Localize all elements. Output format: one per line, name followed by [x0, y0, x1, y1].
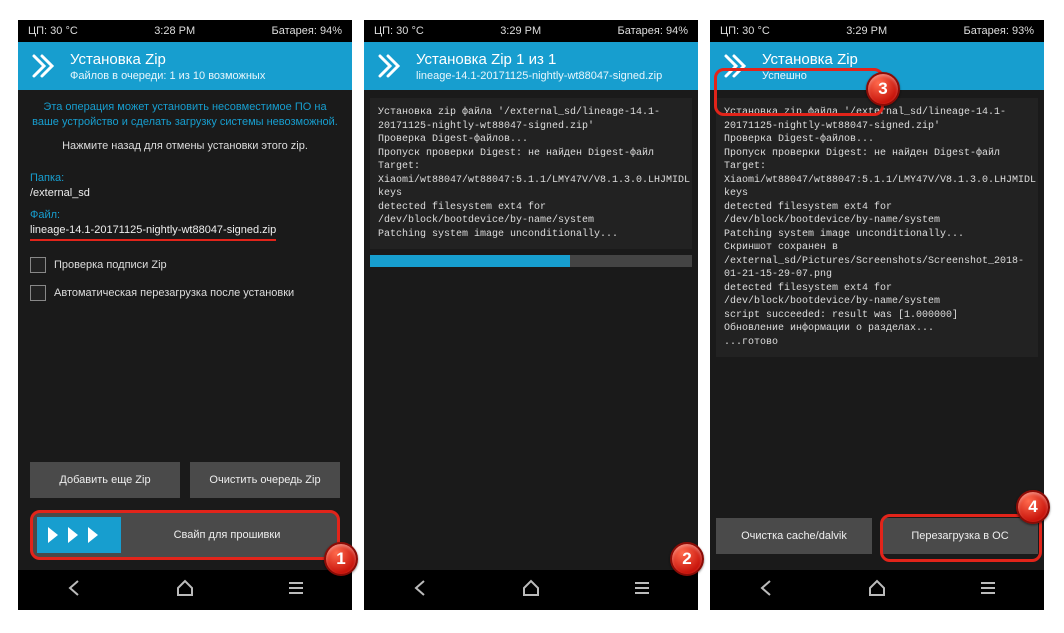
swipe-label: Свайп для прошивки — [121, 529, 333, 541]
progress-bar — [370, 255, 692, 267]
twrp-logo-icon — [28, 50, 60, 82]
folder-value: /external_sd — [30, 184, 340, 203]
wipe-cache-button[interactable]: Очистка cache/dalvik — [716, 518, 872, 554]
callout-badge-1: 1 — [324, 542, 358, 576]
callout-badge-2: 2 — [670, 542, 704, 576]
header-subtitle: Файлов в очереди: 1 из 10 возможных — [70, 70, 265, 82]
home-icon[interactable] — [867, 578, 887, 603]
add-zip-button[interactable]: Добавить еще Zip — [30, 462, 180, 498]
callout-badge-4: 4 — [1016, 490, 1050, 524]
status-bar: ЦП: 30 °C 3:29 PM Батарея: 94% — [364, 20, 698, 42]
callout-box-3 — [714, 68, 884, 116]
menu-icon[interactable] — [286, 578, 306, 603]
header-title: Установка Zip 1 из 1 — [416, 51, 662, 68]
nav-bar — [18, 570, 352, 610]
nav-bar — [710, 570, 1044, 610]
cpu-temp: ЦП: 30 °C — [720, 25, 770, 37]
back-icon[interactable] — [64, 578, 84, 603]
header-title: Установка Zip — [70, 51, 265, 68]
twrp-header: Установка Zip 1 из 1 lineage-14.1-201711… — [364, 42, 698, 90]
cpu-temp: ЦП: 30 °C — [374, 25, 424, 37]
screen-3: ЦП: 30 °C 3:29 PM Батарея: 93% Установка… — [710, 20, 1044, 610]
checkbox-auto-reboot[interactable]: Автоматическая перезагрузка после устано… — [30, 285, 340, 301]
file-label: Файл: — [30, 209, 340, 221]
swipe-thumb-icon[interactable] — [37, 517, 121, 553]
battery-level: Батарея: 94% — [272, 25, 342, 37]
info-text: Нажмите назад для отмены установки этого… — [30, 140, 340, 152]
back-icon[interactable] — [756, 578, 776, 603]
back-icon[interactable] — [410, 578, 430, 603]
clear-queue-button[interactable]: Очистить очередь Zip — [190, 462, 340, 498]
checkbox-verify-signature[interactable]: Проверка подписи Zip — [30, 257, 340, 273]
install-log: Установка zip файла '/external_sd/lineag… — [716, 98, 1038, 357]
home-icon[interactable] — [175, 578, 195, 603]
status-bar: ЦП: 30 °C 3:28 PM Батарея: 94% — [18, 20, 352, 42]
header-subtitle: lineage-14.1-20171125-nightly-wt88047-si… — [416, 70, 662, 82]
callout-badge-3: 3 — [866, 72, 900, 106]
clock: 3:28 PM — [154, 25, 195, 37]
checkbox-icon[interactable] — [30, 257, 46, 273]
menu-icon[interactable] — [632, 578, 652, 603]
progress-fill — [370, 255, 570, 267]
screen-1: ЦП: 30 °C 3:28 PM Батарея: 94% Установка… — [18, 20, 352, 610]
nav-bar — [364, 570, 698, 610]
checkbox-icon[interactable] — [30, 285, 46, 301]
battery-level: Батарея: 94% — [618, 25, 688, 37]
reboot-os-button[interactable]: Перезагрузка в ОС — [882, 518, 1038, 554]
clock: 3:29 PM — [846, 25, 887, 37]
clock: 3:29 PM — [500, 25, 541, 37]
twrp-logo-icon — [374, 50, 406, 82]
warning-text: Эта операция может установить несовмести… — [30, 100, 340, 130]
twrp-header: Установка Zip Файлов в очереди: 1 из 10 … — [18, 42, 352, 90]
file-value: lineage-14.1-20171125-nightly-wt88047-si… — [30, 221, 276, 241]
folder-label: Папка: — [30, 172, 340, 184]
menu-icon[interactable] — [978, 578, 998, 603]
cpu-temp: ЦП: 30 °C — [28, 25, 78, 37]
header-title: Установка Zip — [762, 51, 858, 68]
swipe-to-flash[interactable]: Свайп для прошивки — [30, 510, 340, 560]
install-log: Установка zip файла '/external_sd/lineag… — [370, 98, 692, 249]
battery-level: Батарея: 93% — [964, 25, 1034, 37]
status-bar: ЦП: 30 °C 3:29 PM Батарея: 93% — [710, 20, 1044, 42]
screen-2: ЦП: 30 °C 3:29 PM Батарея: 94% Установка… — [364, 20, 698, 610]
home-icon[interactable] — [521, 578, 541, 603]
